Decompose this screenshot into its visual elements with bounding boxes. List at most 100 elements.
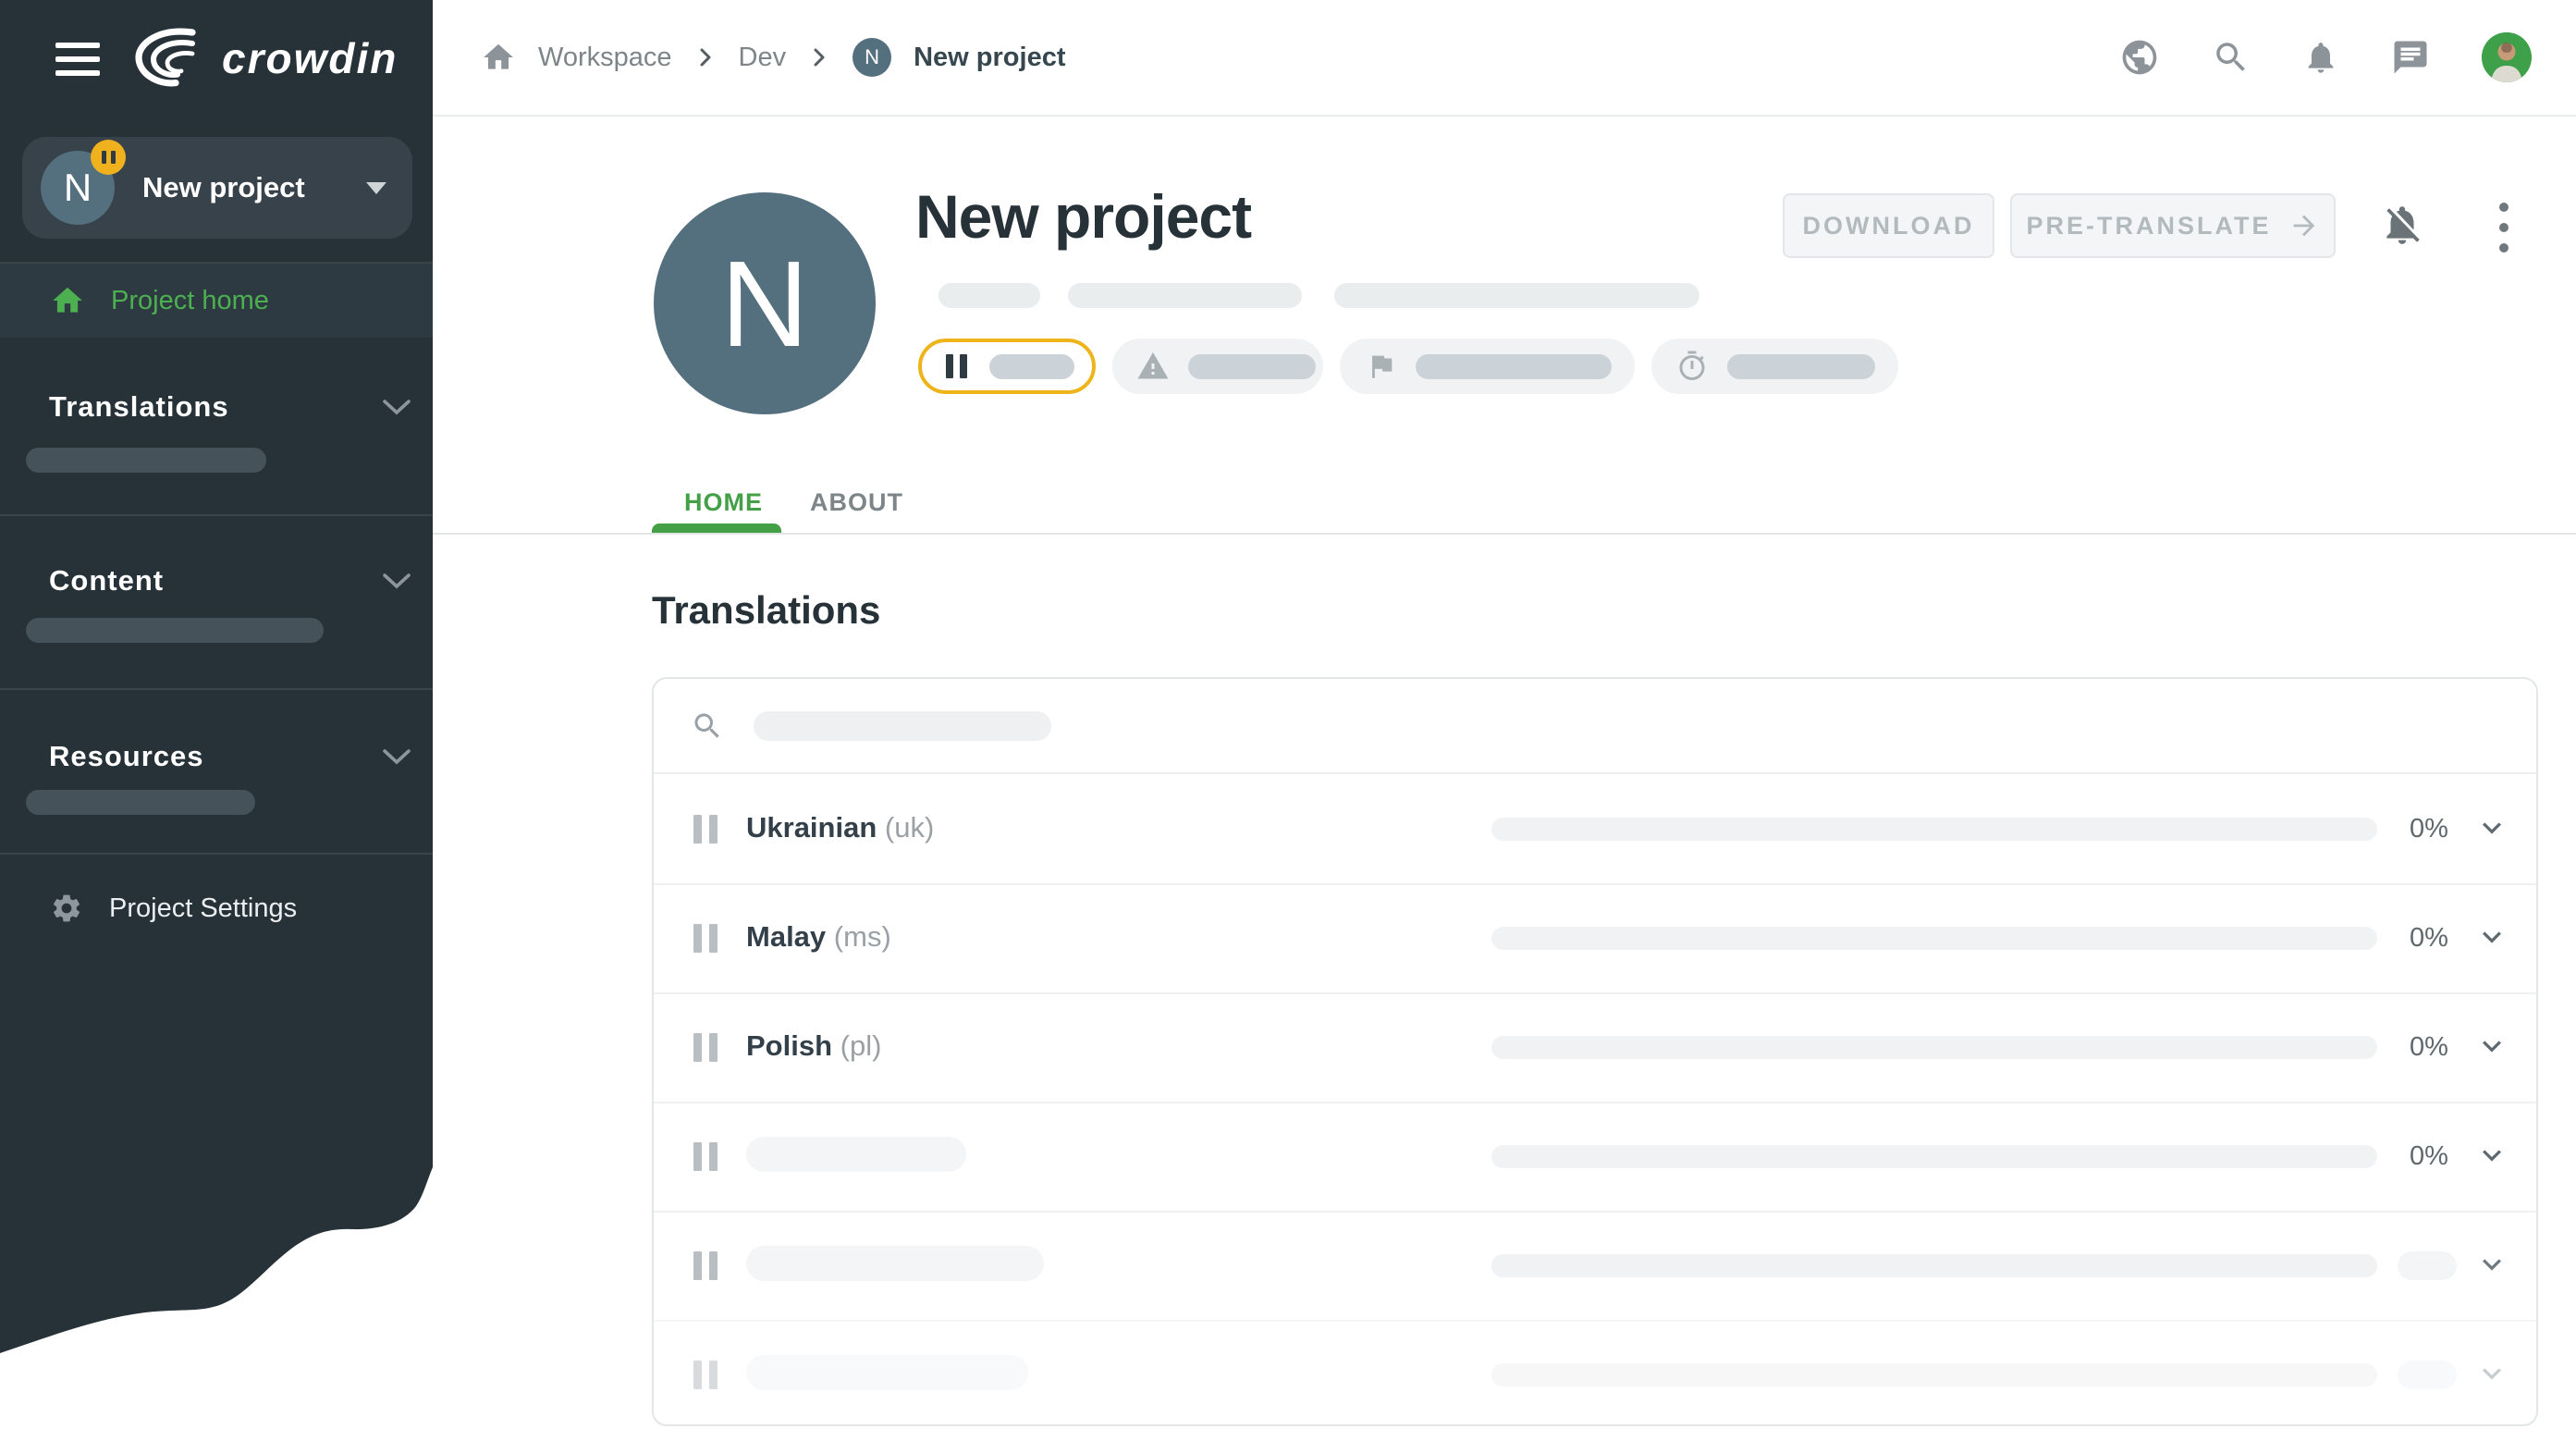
more-options-button[interactable] — [2495, 202, 2513, 253]
pause-icon — [693, 1033, 718, 1062]
page-title: New project — [915, 181, 1251, 252]
tab-about[interactable]: ABOUT — [810, 488, 903, 517]
sidebar-item-label: Project home — [111, 286, 269, 316]
stopwatch-icon — [1675, 350, 1709, 383]
status-chip-paused[interactable] — [918, 339, 1096, 394]
project-avatar: N — [41, 151, 115, 225]
status-chip-activity[interactable] — [1651, 339, 1898, 394]
mute-notifications-button[interactable] — [2376, 199, 2428, 251]
skeleton-loader — [26, 618, 324, 643]
language-row-polish[interactable]: Polish (pl) 0% — [654, 992, 2536, 1102]
section-label: Resources — [49, 740, 381, 773]
project-selector-name: New project — [142, 171, 366, 204]
skeleton-loader — [746, 1355, 1028, 1390]
sidebar-wave-decoration — [0, 1158, 433, 1417]
project-paused-badge-icon — [91, 140, 126, 175]
chevron-down-icon — [381, 397, 412, 417]
progress-percent: 0% — [2392, 814, 2466, 844]
section-label: Translations — [49, 390, 381, 424]
pause-icon — [693, 1142, 718, 1171]
divider — [0, 853, 433, 855]
chevron-right-icon — [694, 46, 717, 68]
tab-home[interactable]: HOME — [684, 488, 763, 517]
pause-icon — [693, 815, 718, 844]
language-row-loading[interactable]: 0% — [654, 1102, 2536, 1211]
topbar-actions — [2119, 32, 2532, 82]
skeleton-loader — [2398, 1251, 2457, 1280]
language-row-malay[interactable]: Malay (ms) 0% — [654, 883, 2536, 992]
skeleton-loader — [746, 1137, 966, 1172]
status-chip-issues[interactable] — [1112, 339, 1323, 394]
sidebar-section-content[interactable]: Content — [0, 557, 433, 605]
user-avatar[interactable] — [2482, 32, 2532, 82]
bell-icon[interactable] — [2302, 39, 2339, 76]
crowdin-logo[interactable]: crowdin — [131, 26, 398, 91]
search-icon — [691, 709, 724, 743]
chat-icon[interactable] — [2391, 38, 2430, 77]
sidebar-item-project-home[interactable]: Project home — [0, 264, 433, 338]
skeleton-loader — [754, 711, 1051, 741]
breadcrumb-workspace[interactable]: Workspace — [538, 43, 672, 73]
pre-translate-button[interactable]: PRE-TRANSLATE — [2010, 193, 2336, 258]
home-icon — [50, 283, 85, 318]
project-selector[interactable]: N New project — [22, 137, 412, 239]
skeleton-loader — [746, 1246, 1044, 1281]
language-row-ukrainian[interactable]: Ukrainian (uk) 0% — [654, 774, 2536, 883]
chevron-down-icon[interactable] — [2473, 918, 2510, 955]
skeleton-loader — [1188, 354, 1316, 379]
skeleton-loader — [1416, 354, 1612, 379]
language-row-loading[interactable] — [654, 1320, 2536, 1429]
progress-percent: 0% — [2392, 923, 2466, 954]
status-chip-languages[interactable] — [1340, 339, 1635, 394]
home-icon[interactable] — [481, 40, 516, 75]
gear-icon — [50, 892, 83, 925]
progress-percent: 0% — [2392, 1032, 2466, 1063]
progress-bar — [1491, 927, 2377, 950]
flag-icon — [1366, 351, 1397, 382]
chevron-right-icon — [808, 46, 830, 68]
breadcrumb: Workspace Dev N New project — [481, 38, 1065, 77]
skeleton-loader — [989, 354, 1074, 379]
breadcrumb-dev[interactable]: Dev — [739, 43, 787, 73]
skeleton-loader — [2398, 1361, 2457, 1389]
translations-card: Ukrainian (uk) 0% Malay (ms) 0% Polish (… — [652, 677, 2538, 1426]
download-button[interactable]: DOWNLOAD — [1783, 193, 1994, 258]
chevron-down-icon — [366, 182, 386, 194]
progress-bar — [1491, 1145, 2377, 1168]
skeleton-loader — [26, 448, 266, 473]
progress-percent: 0% — [2392, 1141, 2466, 1172]
warning-icon — [1136, 350, 1170, 383]
chevron-down-icon[interactable] — [2473, 1246, 2510, 1283]
chevron-down-icon — [381, 746, 412, 767]
sidebar-item-label: Project Settings — [109, 893, 297, 924]
hamburger-menu-icon[interactable] — [55, 43, 100, 76]
skeleton-loader — [938, 283, 1040, 308]
chevron-down-icon[interactable] — [2473, 1028, 2510, 1065]
divider — [0, 688, 433, 690]
globe-icon[interactable] — [2119, 37, 2160, 78]
language-row-loading[interactable] — [654, 1211, 2536, 1320]
skeleton-loader — [1334, 283, 1699, 308]
translations-section-title: Translations — [652, 588, 880, 633]
search-icon[interactable] — [2212, 38, 2251, 77]
progress-bar — [1491, 818, 2377, 841]
progress-bar — [1491, 1036, 2377, 1059]
breadcrumb-current-project[interactable]: New project — [914, 43, 1065, 73]
pause-icon — [946, 354, 967, 378]
sidebar-section-translations[interactable]: Translations — [0, 383, 433, 431]
progress-bar — [1491, 1254, 2377, 1277]
sidebar-section-resources[interactable]: Resources — [0, 733, 433, 781]
divider — [433, 533, 2576, 535]
pause-icon — [693, 1361, 718, 1389]
breadcrumb-project-avatar: N — [853, 38, 891, 77]
skeleton-loader — [1068, 283, 1302, 308]
chevron-down-icon[interactable] — [2473, 1355, 2510, 1392]
chevron-down-icon[interactable] — [2473, 1137, 2510, 1174]
language-search-input[interactable] — [654, 679, 2536, 774]
chevron-down-icon[interactable] — [2473, 809, 2510, 846]
crowdin-mark-icon — [131, 26, 216, 91]
skeleton-loader — [1727, 354, 1875, 379]
sidebar-item-project-settings[interactable]: Project Settings — [0, 875, 433, 942]
pause-icon — [693, 924, 718, 953]
chevron-down-icon — [381, 571, 412, 591]
